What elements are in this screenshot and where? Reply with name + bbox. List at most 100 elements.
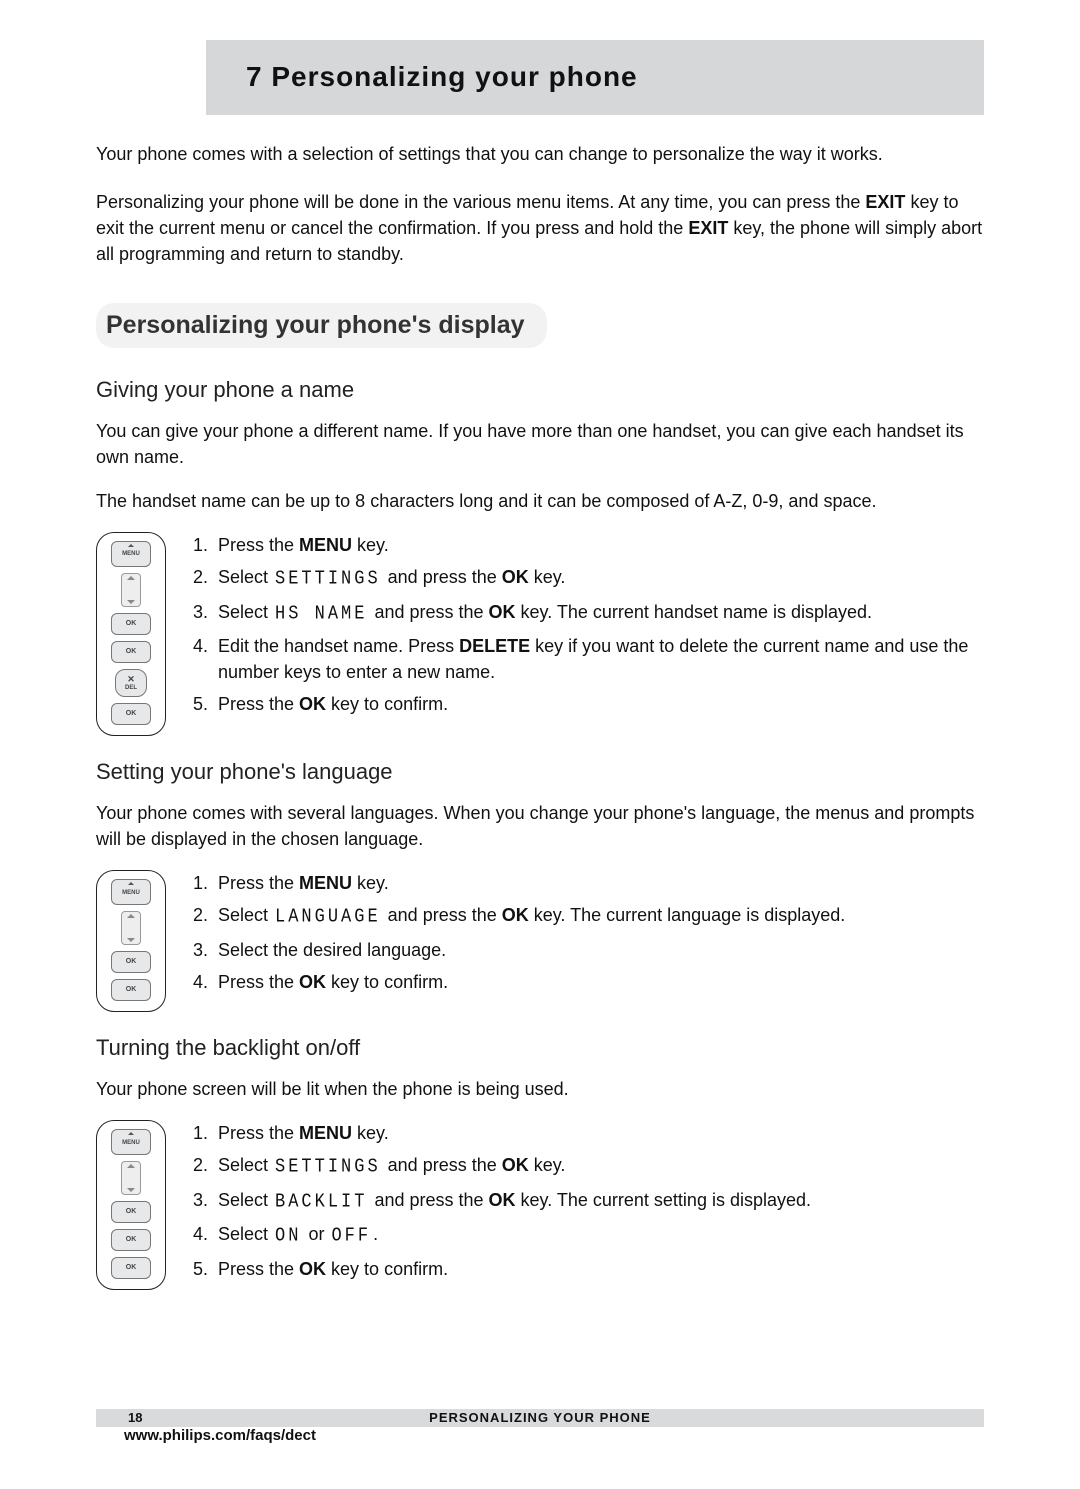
- lcd-text: OFF: [329, 1223, 373, 1251]
- lcd-text: BACKLIT: [273, 1189, 369, 1217]
- text: key to confirm.: [326, 972, 448, 992]
- text: Edit the handset name. Press: [218, 636, 459, 656]
- ok-key-icon: [111, 641, 151, 663]
- text: key.: [529, 567, 566, 587]
- sec3-p1: Your phone screen will be lit when the p…: [96, 1076, 984, 1102]
- lcd-text: LANGUAGE: [273, 904, 383, 932]
- text: Personalizing your phone will be done in…: [96, 192, 865, 212]
- scroll-key-icon: [121, 1161, 141, 1195]
- text: .: [373, 1224, 378, 1244]
- key-ok: OK: [502, 567, 529, 587]
- key-delete: DELETE: [459, 636, 530, 656]
- step: Press the OK key to confirm.: [212, 969, 845, 995]
- text: Press the: [218, 535, 299, 555]
- handset-keys-icon: ✕DEL: [96, 532, 166, 736]
- text: key to confirm.: [326, 1259, 448, 1279]
- text: key. The current language is displayed.: [529, 905, 846, 925]
- key-ok: OK: [299, 694, 326, 714]
- chapter-title-bar: 7 Personalizing your phone: [206, 40, 984, 115]
- key-exit: EXIT: [688, 218, 728, 238]
- handset-keys-icon: [96, 1120, 166, 1290]
- lcd-text: HS NAME: [273, 601, 369, 629]
- key-ok: OK: [299, 972, 326, 992]
- text: and press the: [369, 602, 488, 622]
- text: and press the: [383, 1155, 502, 1175]
- ok-key-icon: [111, 613, 151, 635]
- step: Press the OK key to confirm.: [212, 691, 984, 717]
- text: Press the: [218, 694, 299, 714]
- text: and press the: [383, 905, 502, 925]
- text: and press the: [369, 1190, 488, 1210]
- text: key to confirm.: [326, 694, 448, 714]
- lcd-text: SETTINGS: [273, 1154, 383, 1182]
- text: key.: [352, 535, 389, 555]
- sec3-steps-row: Press the MENU key. Select SETTINGS and …: [96, 1120, 984, 1290]
- chapter-title: 7 Personalizing your phone: [246, 57, 638, 98]
- key-menu: MENU: [299, 535, 352, 555]
- menu-key-icon: [111, 879, 151, 905]
- text: key.: [352, 1123, 389, 1143]
- text: Select: [218, 567, 273, 587]
- scroll-key-icon: [121, 911, 141, 945]
- step: Select the desired language.: [212, 937, 845, 963]
- sec1-p1: You can give your phone a different name…: [96, 418, 984, 470]
- sec2-p1: Your phone comes with several languages.…: [96, 800, 984, 852]
- menu-key-icon: [111, 1129, 151, 1155]
- delete-key-icon: ✕DEL: [115, 669, 147, 697]
- subheading-language: Setting your phone's language: [96, 756, 984, 788]
- step: Edit the handset name. Press DELETE key …: [212, 633, 984, 685]
- intro-paragraph-2: Personalizing your phone will be done in…: [96, 189, 984, 267]
- ok-key-icon: [111, 951, 151, 973]
- step: Press the OK key to confirm.: [212, 1256, 811, 1282]
- scroll-key-icon: [121, 573, 141, 607]
- key-menu: MENU: [299, 1123, 352, 1143]
- text: Select: [218, 602, 273, 622]
- page: 7 Personalizing your phone Your phone co…: [0, 0, 1080, 1489]
- step: Press the MENU key.: [212, 1120, 811, 1146]
- key-ok: OK: [489, 602, 516, 622]
- section-heading-display: Personalizing your phone's display: [96, 303, 547, 347]
- step: Press the MENU key.: [212, 870, 845, 896]
- key-ok: OK: [502, 905, 529, 925]
- step: Select BACKLIT and press the OK key. The…: [212, 1187, 811, 1216]
- sec1-p2: The handset name can be up to 8 characte…: [96, 488, 984, 514]
- key-menu: MENU: [299, 873, 352, 893]
- sec1-steps: Press the MENU key. Select SETTINGS and …: [184, 532, 984, 724]
- sec2-steps: Press the MENU key. Select LANGUAGE and …: [184, 870, 845, 1001]
- phone-key-icon: [96, 1120, 166, 1290]
- text: or: [303, 1224, 329, 1244]
- footer-url: www.philips.com/faqs/dect: [124, 1425, 316, 1447]
- text: Select: [218, 1224, 273, 1244]
- handset-keys-icon: [96, 870, 166, 1012]
- step: Select ON or OFF.: [212, 1221, 811, 1250]
- text: key. The current handset name is display…: [516, 602, 873, 622]
- text: Select the desired language.: [218, 940, 446, 960]
- step: Select SETTINGS and press the OK key.: [212, 564, 984, 593]
- phone-key-icon: ✕DEL: [96, 532, 166, 736]
- text: Press the: [218, 873, 299, 893]
- ok-key-icon: [111, 979, 151, 1001]
- sec3-steps: Press the MENU key. Select SETTINGS and …: [184, 1120, 811, 1288]
- text: and press the: [383, 567, 502, 587]
- sec2-steps-row: Press the MENU key. Select LANGUAGE and …: [96, 870, 984, 1012]
- ok-key-icon: [111, 1257, 151, 1279]
- text: key.: [529, 1155, 566, 1175]
- subheading-name: Giving your phone a name: [96, 374, 984, 406]
- key-ok: OK: [299, 1259, 326, 1279]
- ok-key-icon: [111, 1201, 151, 1223]
- subheading-backlight: Turning the backlight on/off: [96, 1032, 984, 1064]
- lcd-text: SETTINGS: [273, 566, 383, 594]
- text: Press the: [218, 1259, 299, 1279]
- menu-key-icon: [111, 541, 151, 567]
- key-ok: OK: [502, 1155, 529, 1175]
- text: Select: [218, 1190, 273, 1210]
- key-ok: OK: [489, 1190, 516, 1210]
- text: Select: [218, 1155, 273, 1175]
- step: Select LANGUAGE and press the OK key. Th…: [212, 902, 845, 931]
- step: Press the MENU key.: [212, 532, 984, 558]
- intro-paragraph-1: Your phone comes with a selection of set…: [96, 141, 984, 167]
- text: key.: [352, 873, 389, 893]
- running-title: PERSONALIZING YOUR PHONE: [429, 1409, 651, 1428]
- step: Select HS NAME and press the OK key. The…: [212, 599, 984, 628]
- sec1-steps-row: ✕DEL Press the MENU key. Select SETTINGS…: [96, 532, 984, 736]
